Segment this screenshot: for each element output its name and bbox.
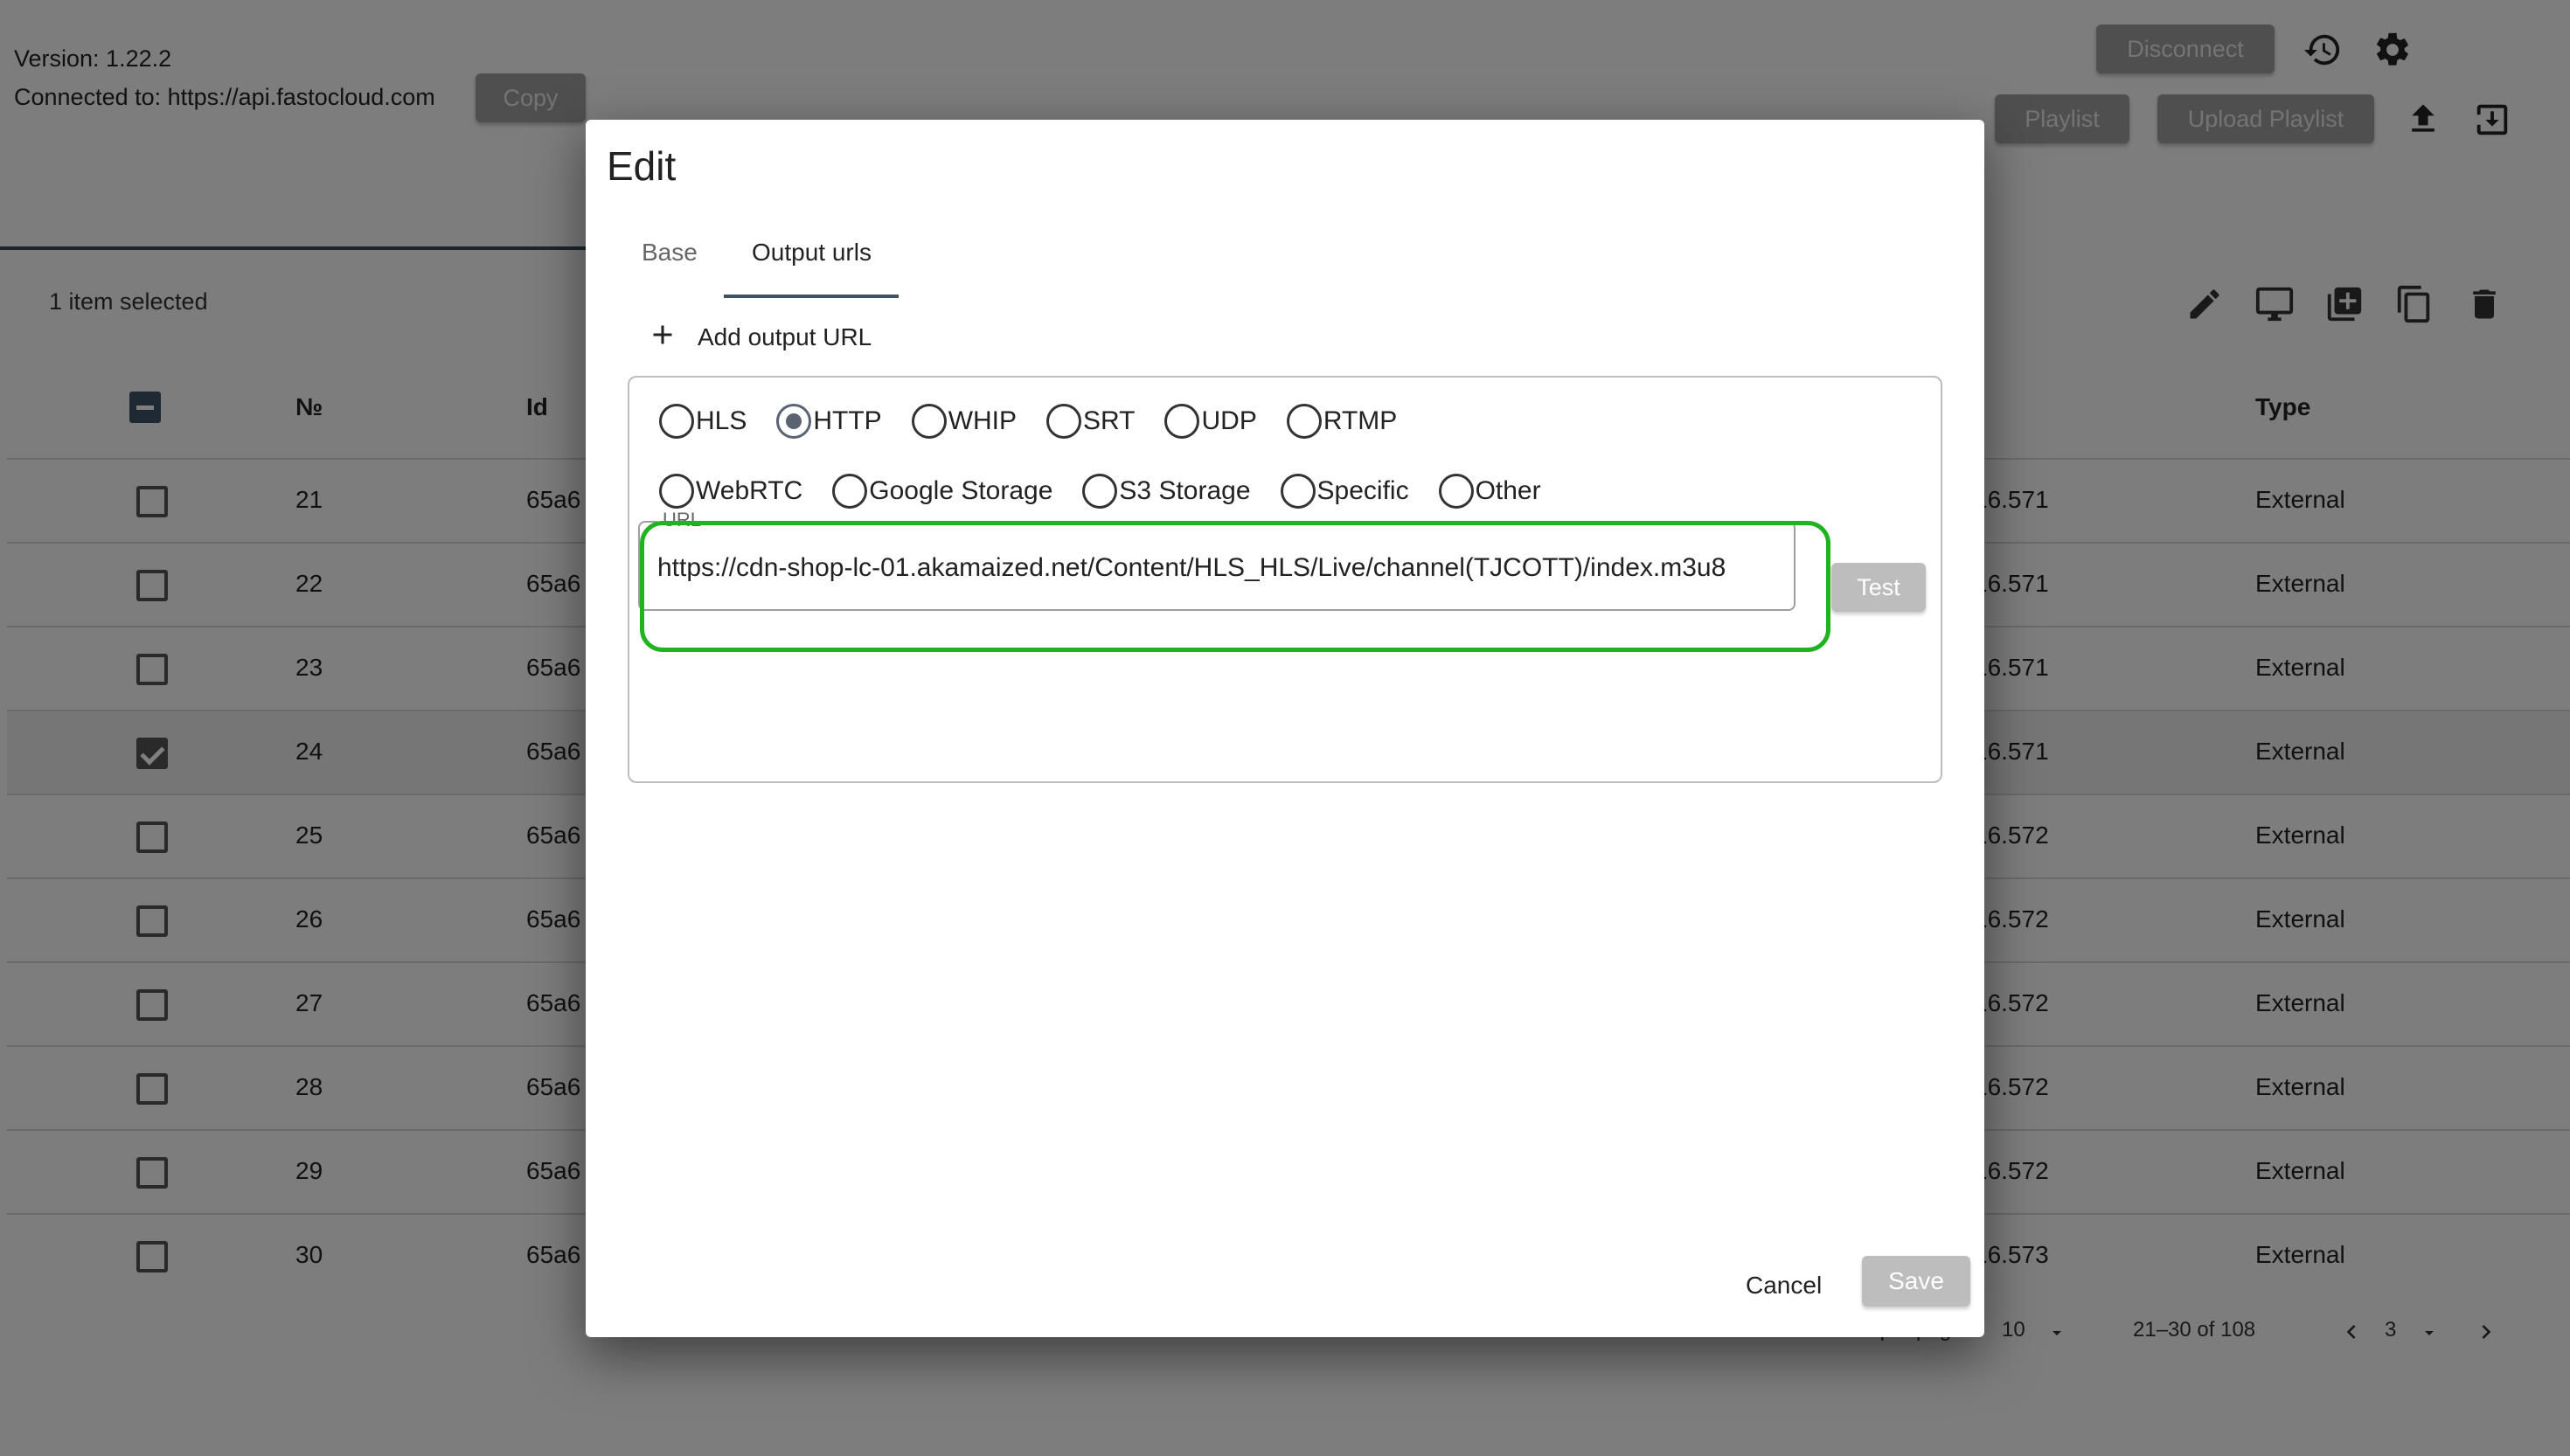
add-output-url-button[interactable]: Add output URL [647, 315, 872, 359]
radio-label: SRT [1083, 406, 1136, 435]
protocol-radio-group-row1: HLS HTTP WHIP SRT UDP RTMP [659, 404, 1427, 439]
radio-circle-icon [1438, 474, 1474, 509]
radio-whip[interactable]: WHIP [911, 404, 1018, 439]
plus-icon [647, 319, 678, 357]
radio-label: WebRTC [696, 476, 803, 505]
radio-label: Specific [1316, 476, 1409, 505]
radio-s3-storage[interactable]: S3 Storage [1082, 474, 1251, 509]
radio-http[interactable]: HTTP [776, 404, 882, 439]
add-output-url-label: Add output URL [698, 323, 872, 350]
tab-output-urls[interactable]: Output urls [752, 239, 872, 267]
save-button[interactable]: Save [1862, 1256, 1970, 1307]
radio-label: S3 Storage [1119, 476, 1251, 505]
radio-hls[interactable]: HLS [659, 404, 747, 439]
radio-circle-icon [659, 474, 694, 509]
radio-label: HLS [696, 406, 747, 435]
protocol-radio-group-row2: WebRTC Google Storage S3 Storage Specific Ot… [659, 474, 1571, 509]
radio-circle-icon [1164, 404, 1200, 439]
radio-label: UDP [1201, 406, 1257, 435]
radio-udp[interactable]: UDP [1164, 404, 1257, 439]
radio-srt[interactable]: SRT [1046, 404, 1135, 439]
radio-google-storage[interactable]: Google Storage [832, 474, 1052, 509]
radio-rtmp[interactable]: RTMP [1286, 404, 1398, 439]
radio-circle-icon [1046, 404, 1082, 439]
radio-label: RTMP [1323, 406, 1398, 435]
radio-circle-icon [911, 404, 947, 439]
radio-circle-icon [776, 404, 812, 439]
radio-label: HTTP [813, 406, 882, 435]
radio-label: WHIP [948, 406, 1018, 435]
radio-circle-icon [1280, 474, 1316, 509]
tab-base[interactable]: Base [642, 239, 698, 267]
radio-circle-icon [1286, 404, 1322, 439]
radio-circle-icon [1082, 474, 1118, 509]
dialog-title: Edit [607, 143, 677, 189]
highlight-outline [640, 521, 1830, 652]
active-tab-indicator [724, 295, 899, 298]
radio-circle-icon [659, 404, 694, 439]
radio-circle-icon [832, 474, 868, 509]
test-button[interactable]: Test [1831, 563, 1926, 612]
cancel-button[interactable]: Cancel [1746, 1272, 1822, 1300]
edit-dialog: Edit Base Output urls Add output URL HLS… [586, 120, 1984, 1337]
radio-specific[interactable]: Specific [1280, 474, 1409, 509]
radio-label: Other [1475, 476, 1541, 505]
app-page: Version: 1.22.2 Connected to: https://ap… [0, 0, 2570, 1456]
radio-other[interactable]: Other [1438, 474, 1541, 509]
radio-label: Google Storage [869, 476, 1053, 505]
radio-webrtc[interactable]: WebRTC [659, 474, 802, 509]
